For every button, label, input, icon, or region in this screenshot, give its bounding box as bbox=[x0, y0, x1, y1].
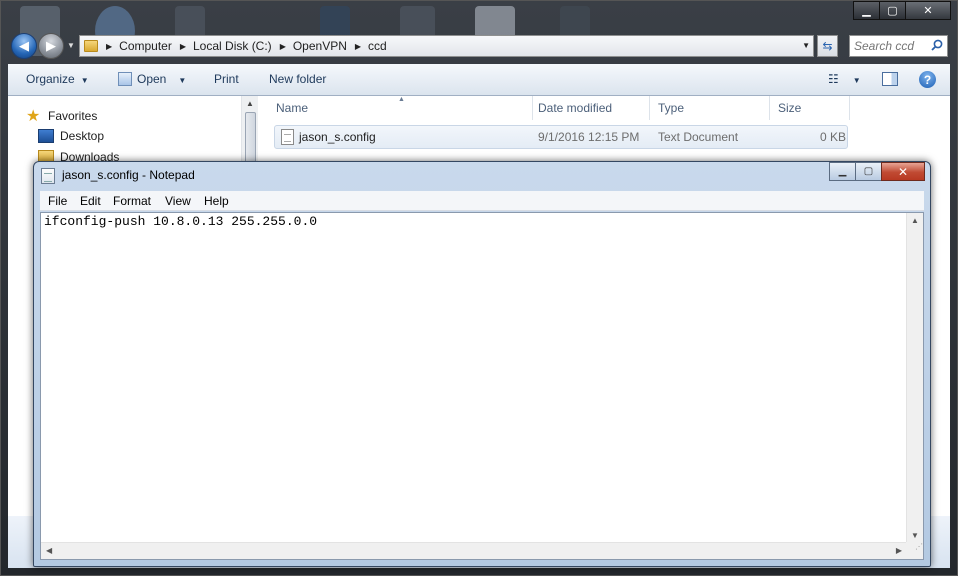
file-type: Text Document bbox=[658, 130, 739, 144]
list-view-icon: ☷ bbox=[828, 72, 839, 86]
open-label: Open bbox=[137, 72, 167, 86]
nav-item-favorites[interactable]: ★ Favorites bbox=[26, 106, 97, 126]
editor-content[interactable]: ifconfig-push 10.8.0.13 255.255.0.0 bbox=[44, 214, 317, 229]
notepad-caption-buttons: ▁ ▢ ✕ bbox=[829, 162, 925, 181]
chevron-down-icon: ▼ bbox=[852, 76, 861, 85]
back-button[interactable]: ◀ bbox=[11, 33, 37, 59]
search-icon[interactable] bbox=[931, 39, 943, 51]
notepad-icon bbox=[118, 72, 132, 86]
help-button[interactable]: ? bbox=[919, 71, 936, 88]
chevron-down-icon: ▼ bbox=[80, 76, 89, 85]
navigation-row: ◀ ▶ ▼ ▶ Computer ▶ Local Disk (C:) ▶ Ope… bbox=[0, 32, 958, 60]
refresh-icon: ⇆ bbox=[822, 39, 833, 53]
scroll-up-icon[interactable]: ▲ bbox=[246, 99, 254, 108]
maximize-button[interactable]: ▢ bbox=[879, 1, 906, 20]
nav-item-label: Desktop bbox=[60, 129, 105, 143]
maximize-icon: ▢ bbox=[863, 166, 874, 177]
resize-grip-icon[interactable]: ⋰ bbox=[906, 542, 923, 559]
explorer-caption-buttons: ▁ ▢ ✕ bbox=[853, 1, 951, 20]
breadcrumb-ccd[interactable]: ccd bbox=[368, 39, 387, 53]
help-icon: ? bbox=[923, 72, 932, 87]
text-editor[interactable]: ifconfig-push 10.8.0.13 255.255.0.0 ▲ ▼ … bbox=[40, 212, 924, 560]
scroll-right-icon[interactable]: ▶ bbox=[896, 546, 902, 555]
column-header-type[interactable]: Type bbox=[650, 96, 770, 120]
search-box bbox=[849, 35, 948, 57]
menu-file[interactable]: File bbox=[48, 194, 67, 208]
scroll-down-icon[interactable]: ▼ bbox=[911, 531, 919, 540]
star-icon: ★ bbox=[26, 108, 41, 125]
minimize-button[interactable]: ▁ bbox=[853, 1, 880, 20]
menu-format[interactable]: Format bbox=[113, 194, 151, 208]
refresh-button[interactable]: ⇆ bbox=[817, 35, 838, 57]
file-size: 0 KB bbox=[820, 130, 847, 144]
breadcrumb-openvpn[interactable]: OpenVPN bbox=[293, 39, 347, 53]
change-view-button[interactable]: ☷ ▼ bbox=[828, 72, 861, 86]
command-bar: Organize ▼ Open ▼ Print New folder ☷ ▼ ? bbox=[8, 64, 950, 96]
menu-help[interactable]: Help bbox=[204, 194, 229, 208]
nav-item-label: Favorites bbox=[48, 109, 98, 123]
folder-icon bbox=[84, 40, 98, 52]
breadcrumb-arrow-icon[interactable]: ▶ bbox=[106, 42, 112, 51]
breadcrumb-arrow-icon[interactable]: ▶ bbox=[180, 42, 186, 51]
organize-label: Organize bbox=[26, 72, 75, 86]
sort-ascending-icon: ▲ bbox=[398, 96, 405, 103]
chevron-down-icon[interactable]: ▼ bbox=[178, 76, 186, 85]
arrow-left-icon: ◀ bbox=[19, 38, 29, 53]
scroll-left-icon[interactable]: ◀ bbox=[46, 546, 52, 555]
vertical-scrollbar[interactable]: ▲ ▼ bbox=[906, 213, 923, 543]
maximize-button[interactable]: ▢ bbox=[855, 162, 882, 181]
close-button[interactable]: ✕ bbox=[905, 1, 951, 20]
text-document-icon bbox=[281, 129, 294, 145]
search-input[interactable] bbox=[854, 38, 928, 54]
minimize-icon: ▁ bbox=[838, 166, 847, 177]
nav-item-desktop[interactable]: Desktop bbox=[38, 129, 104, 143]
breadcrumb-arrow-icon[interactable]: ▶ bbox=[355, 42, 361, 51]
print-button[interactable]: Print bbox=[214, 72, 239, 86]
arrow-right-icon: ▶ bbox=[46, 38, 56, 53]
menu-edit[interactable]: Edit bbox=[80, 194, 101, 208]
recent-pages-dropdown[interactable]: ▼ bbox=[67, 41, 75, 50]
breadcrumb-local-disk[interactable]: Local Disk (C:) bbox=[193, 39, 272, 53]
forward-button[interactable]: ▶ bbox=[38, 33, 64, 59]
menu-view[interactable]: View bbox=[165, 194, 191, 208]
notepad-icon[interactable] bbox=[41, 168, 55, 184]
address-bar[interactable]: ▶ Computer ▶ Local Disk (C:) ▶ OpenVPN ▶… bbox=[79, 35, 814, 57]
menu-bar: File Edit Format View Help bbox=[40, 191, 924, 211]
close-button[interactable]: ✕ bbox=[881, 162, 925, 181]
open-button[interactable]: Open ▼ bbox=[118, 72, 186, 86]
new-folder-button[interactable]: New folder bbox=[269, 72, 326, 86]
horizontal-scrollbar[interactable]: ◀ ▶ bbox=[41, 542, 907, 559]
window-title: jason_s.config - Notepad bbox=[62, 168, 195, 182]
breadcrumb-computer[interactable]: Computer bbox=[119, 39, 172, 53]
minimize-button[interactable]: ▁ bbox=[829, 162, 856, 181]
column-header-date-modified[interactable]: Date modified bbox=[530, 96, 650, 120]
desktop-icon bbox=[38, 129, 54, 143]
notepad-window: jason_s.config - Notepad ▁ ▢ ✕ File Edit… bbox=[33, 161, 931, 567]
column-header-size[interactable]: Size bbox=[770, 96, 850, 120]
breadcrumb-arrow-icon[interactable]: ▶ bbox=[280, 42, 286, 51]
organize-button[interactable]: Organize ▼ bbox=[26, 72, 89, 86]
close-icon: ✕ bbox=[897, 164, 909, 179]
file-name: jason_s.config bbox=[299, 130, 376, 144]
chevron-down-icon[interactable]: ▼ bbox=[802, 41, 810, 50]
scroll-up-icon[interactable]: ▲ bbox=[911, 216, 919, 225]
file-row[interactable]: jason_s.config 9/1/2016 12:15 PM Text Do… bbox=[274, 125, 848, 149]
file-date-modified: 9/1/2016 12:15 PM bbox=[538, 130, 640, 144]
preview-pane-button[interactable] bbox=[882, 72, 898, 86]
